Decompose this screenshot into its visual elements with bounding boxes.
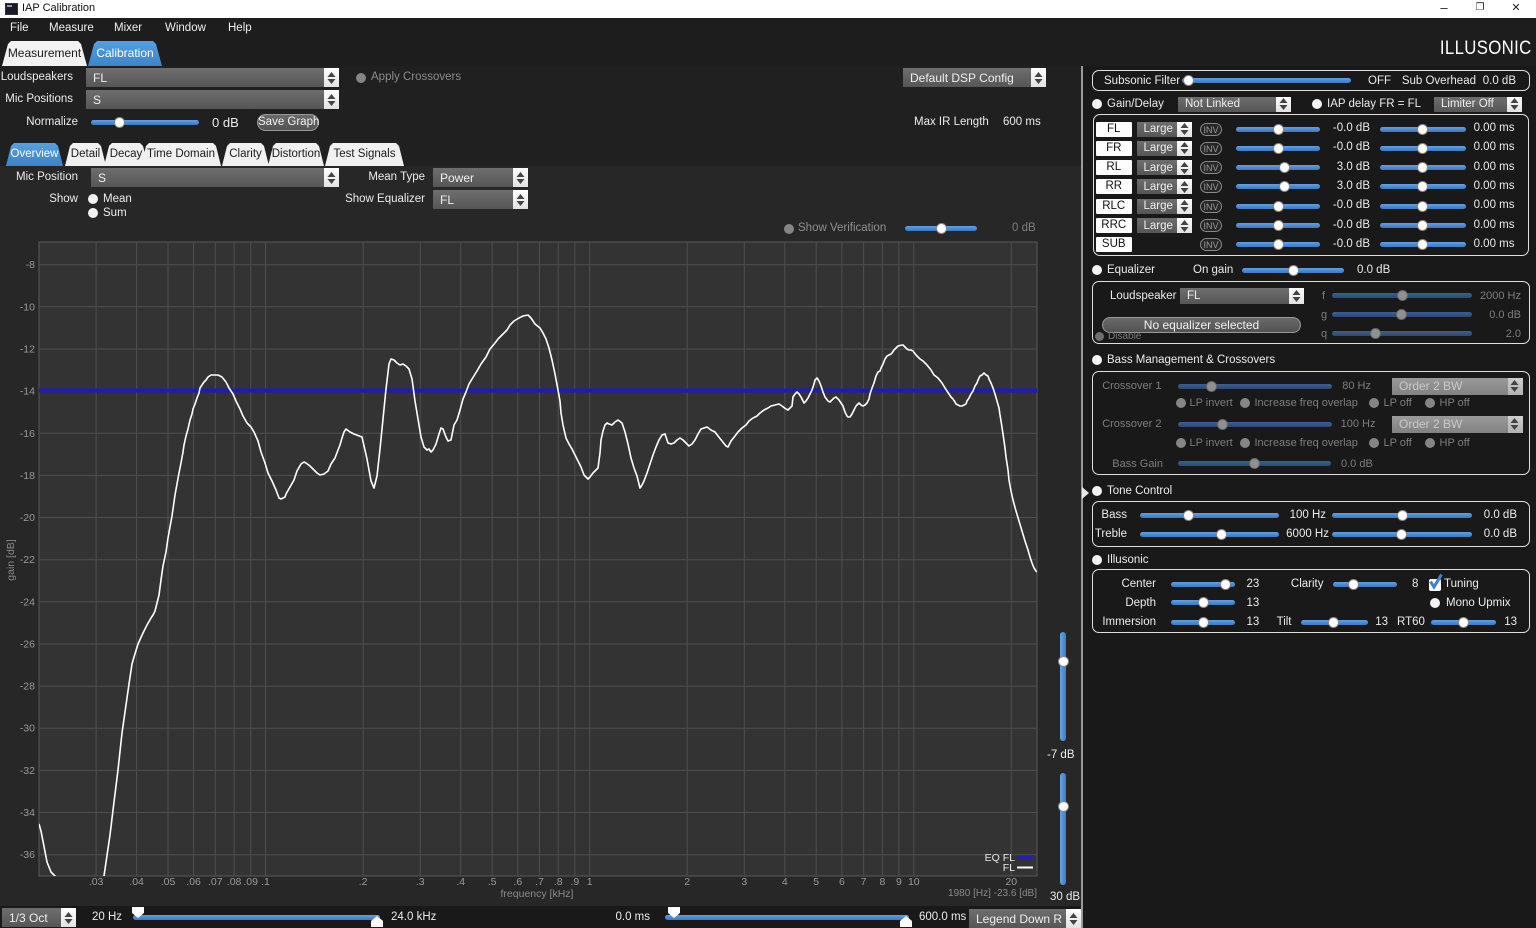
svg-text:4: 4 [782,876,788,888]
svg-text:-14: -14 [20,386,35,398]
svg-text:.03: .03 [89,876,104,888]
svg-text:-30: -30 [20,723,35,735]
svg-text:-10: -10 [20,301,35,313]
svg-text:-24: -24 [20,596,35,608]
svg-text:.08: .08 [227,876,242,888]
svg-text:frequency [kHz]: frequency [kHz] [501,888,574,900]
svg-text:-18: -18 [20,470,35,482]
svg-text:FL: FL [1003,862,1015,874]
svg-text:-22: -22 [20,554,35,566]
svg-text:5: 5 [813,876,819,888]
svg-text:.3: .3 [416,876,425,888]
svg-text:.06: .06 [186,876,201,888]
svg-text:10: 10 [908,876,920,888]
svg-text:9: 9 [896,876,902,888]
svg-text:.04: .04 [129,876,144,888]
svg-text:8: 8 [879,876,885,888]
svg-text:6: 6 [839,876,845,888]
svg-text:-34: -34 [20,807,35,819]
svg-text:.2: .2 [359,876,368,888]
svg-text:7: 7 [861,876,867,888]
svg-text:.9: .9 [570,876,579,888]
svg-text:.09: .09 [243,876,258,888]
svg-text:.7: .7 [535,876,544,888]
svg-text:.07: .07 [208,876,223,888]
svg-text:.1: .1 [261,876,270,888]
svg-text:-12: -12 [20,344,35,356]
svg-text:gain [dB]: gain [dB] [5,539,17,581]
svg-text:-32: -32 [20,765,35,777]
svg-text:.6: .6 [513,876,522,888]
svg-text:2: 2 [684,876,690,888]
svg-text:.05: .05 [161,876,176,888]
svg-text:1980 [Hz] -23.6 [dB]: 1980 [Hz] -23.6 [dB] [948,888,1037,899]
svg-text:-26: -26 [20,639,35,651]
svg-text:3: 3 [741,876,747,888]
svg-text:1: 1 [587,876,593,888]
svg-text:-8: -8 [26,259,35,271]
svg-text:-16: -16 [20,428,35,440]
svg-text:-28: -28 [20,681,35,693]
svg-text:.8: .8 [554,876,563,888]
svg-text:-36: -36 [20,849,35,861]
svg-text:-20: -20 [20,512,35,524]
svg-text:.4: .4 [456,876,465,888]
svg-text:.5: .5 [488,876,497,888]
svg-text:20: 20 [1005,876,1017,888]
